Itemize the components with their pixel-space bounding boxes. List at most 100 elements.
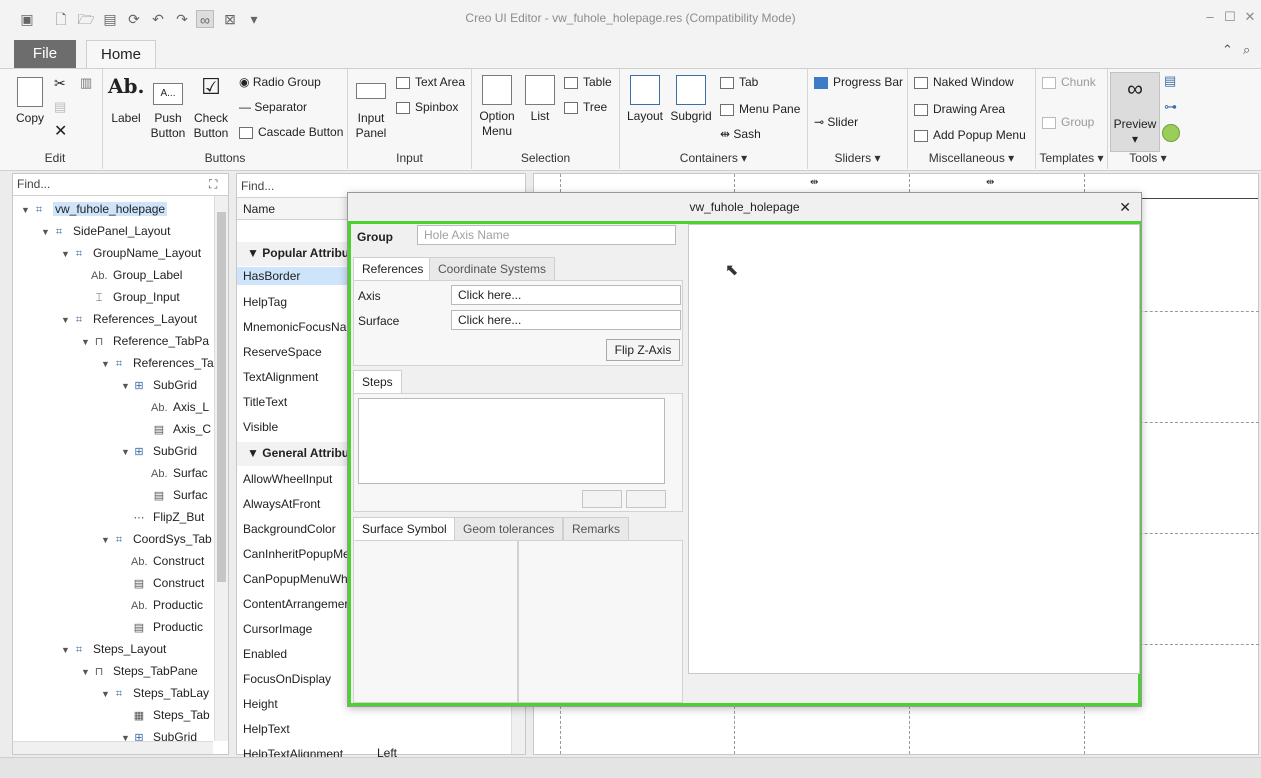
- binoculars-icon[interactable]: ⛶: [209, 177, 217, 192]
- property-row[interactable]: Height: [243, 697, 278, 711]
- property-row[interactable]: MnemonicFocusNa: [243, 320, 346, 334]
- push-button-tool[interactable]: A... Push Button: [149, 79, 187, 141]
- group-name-input[interactable]: Hole Axis Name: [417, 225, 676, 245]
- sash-handle-icon[interactable]: ⇹: [986, 177, 994, 188]
- separator-tool[interactable]: — Separator: [239, 99, 307, 115]
- search-icon[interactable]: ⌕: [1243, 42, 1250, 58]
- axis-collector[interactable]: Click here...: [451, 285, 681, 305]
- tree-node[interactable]: ⌶ Group_Input: [81, 289, 180, 306]
- cascade-button-tool[interactable]: Cascade Button: [239, 124, 343, 140]
- tree-node[interactable]: Ab. Group_Label: [81, 267, 182, 284]
- property-row[interactable]: BackgroundColor: [243, 522, 336, 536]
- property-row[interactable]: CanInheritPopupMe: [243, 547, 350, 561]
- tree-node[interactable]: ▼ ⊞ SubGrid: [121, 443, 197, 460]
- tree-node[interactable]: ▼ ⌗ CoordSys_Tab: [101, 531, 212, 548]
- tab-remarks[interactable]: Remarks: [563, 517, 630, 541]
- property-row[interactable]: HasBorder: [237, 267, 347, 285]
- tab-steps[interactable]: Steps: [353, 370, 402, 394]
- property-row[interactable]: AllowWheelInput: [243, 472, 332, 486]
- tree-node[interactable]: ⋯ FlipZ_But: [121, 509, 205, 526]
- minimize-button[interactable]: –: [1202, 9, 1218, 27]
- layout-tool[interactable]: Layout: [624, 75, 666, 124]
- expand-toggle-icon[interactable]: ▼: [121, 444, 131, 460]
- input-panel-tool[interactable]: Input Panel: [353, 83, 389, 141]
- expand-toggle-icon[interactable]: ▼: [101, 356, 111, 372]
- expand-toggle-icon[interactable]: ▼: [121, 378, 131, 394]
- tree-node[interactable]: ▼ ⌗ Steps_Layout: [61, 641, 166, 658]
- misc-group-label[interactable]: Miscellaneous ▾: [908, 151, 1035, 165]
- flip-z-axis-button[interactable]: Flip Z-Axis: [606, 339, 680, 361]
- paste-special-icon[interactable]: ▤: [54, 99, 66, 115]
- expand-toggle-icon[interactable]: ▼: [61, 642, 71, 658]
- expand-toggle-icon[interactable]: ▼: [81, 664, 91, 680]
- tree-node[interactable]: ▼ ⌗ SidePanel_Layout: [41, 223, 170, 240]
- tree-node[interactable]: Ab. Productic: [121, 597, 203, 614]
- expand-toggle-icon[interactable]: ▼: [101, 686, 111, 702]
- steps-remove-button[interactable]: [626, 490, 666, 508]
- radio-group-tool[interactable]: ◉ Radio Group: [239, 74, 321, 90]
- option-menu-tool[interactable]: Option Menu: [477, 75, 517, 139]
- add-popup-menu-tool[interactable]: Add Popup Menu: [914, 127, 1026, 143]
- property-row[interactable]: HelpText: [243, 722, 290, 736]
- tree-horizontal-scrollbar[interactable]: [13, 741, 213, 754]
- text-area-tool[interactable]: Text Area: [396, 74, 465, 90]
- dialog-close-icon[interactable]: ✕: [1119, 193, 1131, 221]
- tree-node[interactable]: ▼ ⌗ References_Layout: [61, 311, 197, 328]
- tab-coordinate-systems[interactable]: Coordinate Systems: [429, 257, 556, 281]
- tree-structure-icon[interactable]: ⊶: [1164, 99, 1177, 115]
- paste-icon[interactable]: ▥: [80, 75, 92, 91]
- graphics-area[interactable]: [688, 224, 1140, 674]
- property-row[interactable]: TextAlignment: [243, 370, 318, 384]
- sliders-group-label[interactable]: Sliders ▾: [808, 151, 907, 165]
- status-light-icon[interactable]: [1162, 124, 1180, 142]
- tree-node[interactable]: ▤ Productic: [121, 619, 203, 636]
- subgrid-tool[interactable]: Subgrid: [668, 75, 714, 124]
- property-row[interactable]: ReserveSpace: [243, 345, 322, 359]
- progress-bar-tool[interactable]: Progress Bar: [814, 74, 903, 90]
- tree-node[interactable]: ▤ Surfac: [141, 487, 208, 504]
- tab-geom-tolerances[interactable]: Geom tolerances: [454, 517, 564, 541]
- list-tool[interactable]: List: [524, 75, 556, 124]
- templates-group-label[interactable]: Templates ▾: [1036, 151, 1107, 165]
- table-tool[interactable]: Table: [564, 74, 612, 90]
- property-row[interactable]: CursorImage: [243, 622, 312, 636]
- tree-node[interactable]: ▼ ⌗ vw_fuhole_holepage: [21, 201, 168, 218]
- tree-node[interactable]: Ab. Axis_L: [141, 399, 209, 416]
- property-row[interactable]: HelpTag: [243, 295, 287, 309]
- expand-toggle-icon[interactable]: ▼: [21, 202, 31, 218]
- lock-icon[interactable]: ⇹: [810, 177, 818, 188]
- copy-button[interactable]: Copy: [12, 77, 48, 126]
- steps-table[interactable]: [358, 398, 665, 484]
- property-row[interactable]: Visible: [243, 420, 278, 434]
- close-button[interactable]: ✕: [1242, 9, 1258, 27]
- tree-node[interactable]: ▼ ⊓ Reference_TabPa: [81, 333, 209, 350]
- expand-toggle-icon[interactable]: ▼: [81, 334, 91, 350]
- tree-node[interactable]: ▦ Steps_Tab: [121, 707, 210, 724]
- tab-surface-symbol[interactable]: Surface Symbol: [353, 517, 456, 541]
- steps-add-button[interactable]: [582, 490, 622, 508]
- property-row[interactable]: FocusOnDisplay: [243, 672, 331, 686]
- label-button[interactable]: Ab. Label: [108, 76, 144, 126]
- drawing-area-tool[interactable]: Drawing Area: [914, 101, 1005, 117]
- resource-icon[interactable]: ▤: [1164, 73, 1176, 89]
- tree-tool[interactable]: Tree: [564, 99, 607, 115]
- tree-vertical-scrollbar[interactable]: [214, 196, 228, 741]
- tree-node[interactable]: ▼ ⌗ References_Ta: [101, 355, 214, 372]
- maximize-button[interactable]: ☐: [1222, 9, 1238, 27]
- cut-icon[interactable]: ✂: [54, 75, 66, 92]
- tree-node[interactable]: ▼ ⌗ Steps_TabLay: [101, 685, 209, 702]
- naked-window-tool[interactable]: Naked Window: [914, 74, 1014, 90]
- expand-toggle-icon[interactable]: ▼: [41, 224, 51, 240]
- chunk-tool[interactable]: Chunk: [1042, 74, 1096, 90]
- tree-search-input[interactable]: Find...: [13, 174, 228, 196]
- expand-toggle-icon[interactable]: ▼: [61, 246, 71, 262]
- tab-references[interactable]: References: [353, 257, 433, 281]
- tree-node[interactable]: ▼ ⊞ SubGrid: [121, 377, 197, 394]
- delete-icon[interactable]: ✕: [54, 121, 67, 141]
- tools-group-label[interactable]: Tools ▾: [1108, 151, 1188, 165]
- tree-node[interactable]: ▤ Construct: [121, 575, 205, 592]
- menu-pane-tool[interactable]: Menu Pane: [720, 101, 800, 117]
- tree-node[interactable]: ▼ ⌗ GroupName_Layout: [61, 245, 201, 262]
- tree-node[interactable]: ▼ ⊓ Steps_TabPane: [81, 663, 198, 680]
- surface-collector[interactable]: Click here...: [451, 310, 681, 330]
